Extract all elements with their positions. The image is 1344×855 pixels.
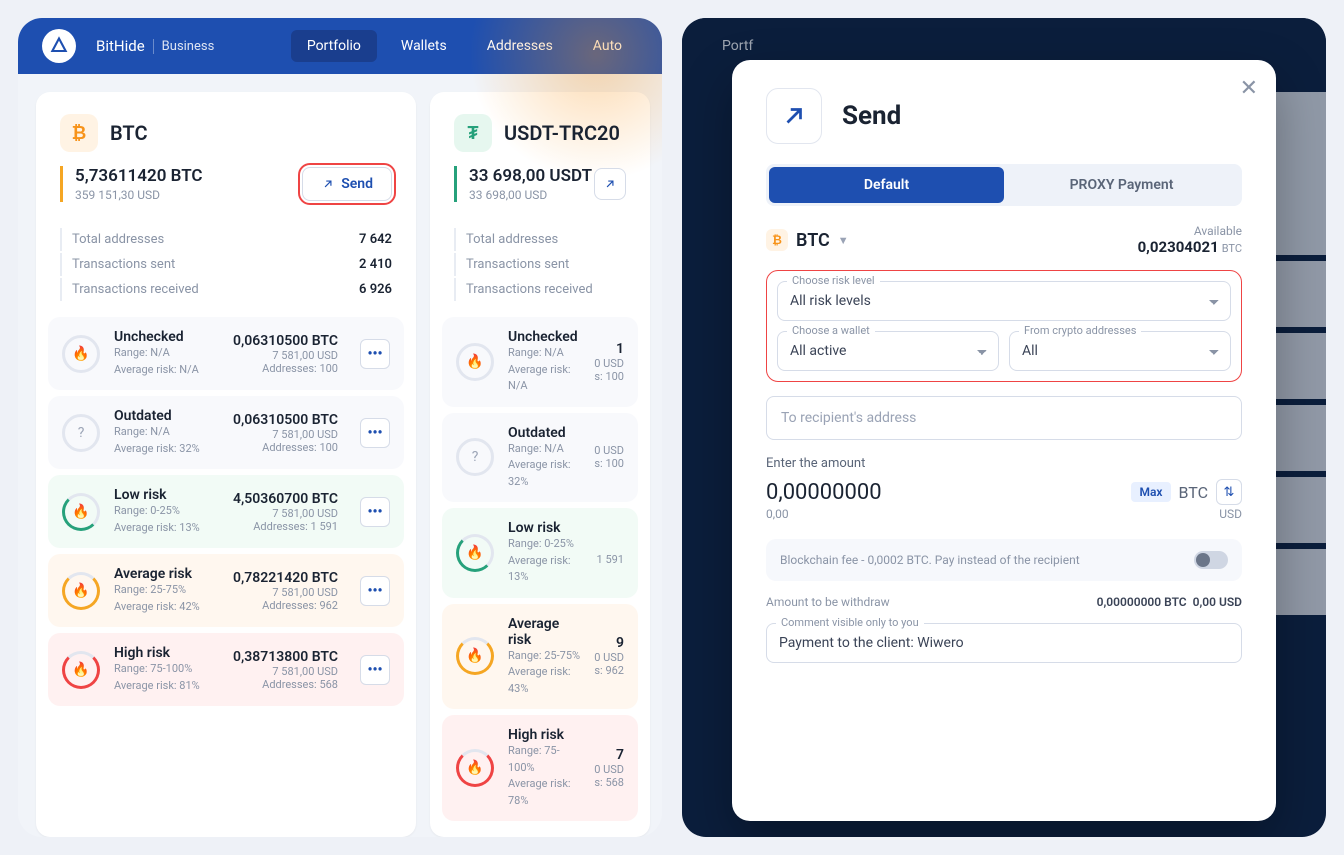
nav-portfolio-r[interactable]: Portf	[706, 30, 769, 62]
wallet-select[interactable]: All active	[777, 331, 999, 371]
risk-select[interactable]: All risk levels	[777, 281, 1231, 321]
topbar: BitHide Business Portfolio Wallets Addre…	[18, 18, 662, 74]
coin-name: BTC	[110, 121, 148, 145]
send-icon	[321, 177, 335, 191]
more-button[interactable]: •••	[360, 655, 390, 685]
amount-label: Enter the amount	[766, 456, 1242, 471]
risk-gauge-icon: 🔥	[456, 343, 494, 381]
risk-item: ? Outdated Range: N/AAverage risk: 32% 0…	[48, 396, 404, 469]
risk-gauge-icon: 🔥	[62, 572, 100, 610]
btc-icon: ₿	[766, 229, 788, 251]
send-tabs: Default PROXY Payment	[766, 164, 1242, 206]
brand-name: BitHide	[96, 37, 145, 55]
card-usdt: ₮ USDT-TRC20 33 698,00 USDT 33 698,00 US…	[430, 92, 650, 837]
risk-item: 🔥 High risk Range: 75-100%Average risk: …	[48, 633, 404, 706]
risk-list: 🔥 Unchecked Range: N/AAverage risk: N/A …	[430, 317, 650, 837]
available: Available 0,02304021 BTC	[1138, 224, 1242, 256]
comment-input[interactable]	[766, 623, 1242, 663]
more-button[interactable]: •••	[360, 339, 390, 369]
risk-item: 🔥 High risk Range: 75-100%Average risk: …	[442, 715, 638, 821]
tab-proxy[interactable]: PROXY Payment	[1004, 167, 1239, 203]
balance-usd: 359 151,30 USD	[75, 188, 203, 202]
tab-default[interactable]: Default	[769, 167, 1004, 203]
risk-item: 🔥 Unchecked Range: N/AAverage risk: N/A …	[442, 317, 638, 407]
max-button[interactable]: Max	[1131, 482, 1170, 502]
btc-icon: ₿	[60, 114, 98, 152]
withdraw-label: Amount to be withdraw	[766, 595, 890, 609]
nav-wallets[interactable]: Wallets	[385, 30, 463, 62]
nav: Portfolio Wallets Addresses Auto	[291, 30, 638, 62]
send-modal: ✕ Send Default PROXY Payment ₿ BTC ▼ Ava…	[732, 60, 1276, 821]
risk-label: Choose risk level	[787, 274, 880, 287]
brand-sub: Business	[153, 39, 215, 54]
send-button-usdt[interactable]	[594, 168, 626, 200]
nav-portfolio[interactable]: Portfolio	[291, 30, 377, 62]
highlighted-filters: Choose risk level All risk levels Choose…	[766, 270, 1242, 382]
dashboard-panel: BitHide Business Portfolio Wallets Addre…	[18, 18, 662, 837]
comment-label: Comment visible only to you	[776, 616, 924, 629]
coin-selector[interactable]: ₿ BTC ▼	[766, 229, 849, 251]
send-icon	[603, 177, 617, 191]
risk-gauge-icon: ?	[62, 414, 100, 452]
nav-auto[interactable]: Auto	[577, 30, 638, 62]
chevron-down-icon: ▼	[838, 234, 849, 247]
from-select[interactable]: All	[1009, 331, 1231, 371]
risk-item: 🔥 Unchecked Range: N/AAverage risk: N/A …	[48, 317, 404, 390]
more-button[interactable]: •••	[360, 418, 390, 448]
risk-item: 🔥 Low risk Range: 0-25%Average risk: 13%…	[442, 508, 638, 598]
risk-item: 🔥 Average risk Range: 25-75%Average risk…	[48, 554, 404, 627]
risk-gauge-icon: 🔥	[62, 493, 100, 531]
close-icon[interactable]: ✕	[1240, 76, 1258, 101]
risk-list: 🔥 Unchecked Range: N/AAverage risk: N/A …	[36, 317, 416, 722]
modal-title: Send	[842, 101, 901, 131]
risk-gauge-icon: 🔥	[62, 651, 100, 689]
risk-item: ? Outdated Range: N/AAverage risk: 32% 0…	[442, 413, 638, 503]
fee-box: Blockchain fee - 0,0002 BTC. Pay instead…	[766, 539, 1242, 581]
risk-gauge-icon: ?	[456, 438, 494, 476]
nav-addresses[interactable]: Addresses	[471, 30, 569, 62]
stat-val: 7 642	[359, 232, 392, 247]
amount-input[interactable]: 0,00000000	[766, 480, 882, 505]
cards-row: ₿ BTC 5,73611420 BTC 359 151,30 USD Send…	[18, 74, 662, 837]
swap-icon[interactable]: ⇅	[1216, 479, 1242, 505]
send-button[interactable]: Send	[302, 167, 392, 201]
fee-toggle[interactable]	[1194, 551, 1228, 569]
risk-gauge-icon: 🔥	[456, 534, 494, 572]
risk-item: 🔥 Low risk Range: 0-25%Average risk: 13%…	[48, 475, 404, 548]
card-btc: ₿ BTC 5,73611420 BTC 359 151,30 USD Send…	[36, 92, 416, 837]
risk-gauge-icon: 🔥	[456, 637, 494, 675]
recipient-input[interactable]	[766, 396, 1242, 440]
from-label: From crypto addresses	[1019, 324, 1141, 337]
usdt-icon: ₮	[454, 114, 492, 152]
wallet-label: Choose a wallet	[787, 324, 875, 337]
arrow-icon	[766, 88, 822, 144]
balance: 5,73611420 BTC	[75, 166, 203, 186]
right-panel: Portf TR 53,83 53 US addresses actions s…	[682, 18, 1326, 837]
risk-gauge-icon: 🔥	[456, 749, 494, 787]
brand: BitHide Business	[96, 37, 214, 55]
stat-label: Total addresses	[72, 232, 164, 247]
risk-gauge-icon: 🔥	[62, 335, 100, 373]
more-button[interactable]: •••	[360, 576, 390, 606]
logo-icon	[42, 29, 76, 63]
risk-item: 🔥 Average risk Range: 25-75%Average risk…	[442, 604, 638, 710]
more-button[interactable]: •••	[360, 497, 390, 527]
